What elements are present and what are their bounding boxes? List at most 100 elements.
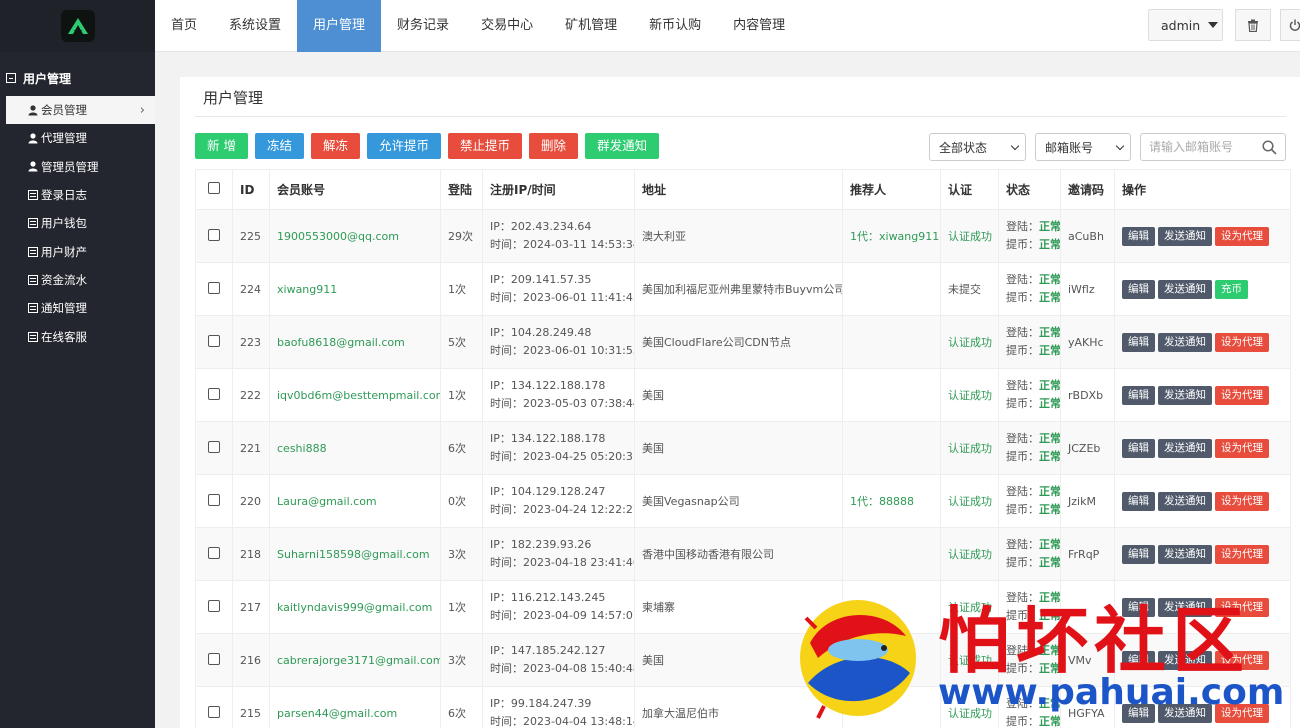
sidebar-item-0[interactable]: 会员管理 › [6,96,155,125]
edit-button[interactable]: 编辑 [1122,385,1155,405]
forbid-withdraw-button[interactable]: 禁止提币 [448,133,523,159]
row-select-cell [195,527,233,581]
mass-notify-button[interactable]: 群发通知 [585,133,660,159]
withdraw-status-value: 正常 [1039,715,1061,728]
account-type-select[interactable]: 邮箱账号 [1035,133,1131,161]
tab-5[interactable]: 矿机管理 [549,0,633,52]
title-divider [195,116,1286,117]
search-icon[interactable] [1262,140,1277,155]
sidebar-item-5[interactable]: 用户财产 [0,237,155,265]
edit-button[interactable]: 编辑 [1122,597,1155,617]
row-checkbox[interactable] [208,599,220,612]
row-checkbox[interactable] [208,652,220,665]
set-agent-button[interactable]: 设为代理 [1215,650,1269,670]
cell-invite-code-text: HGFYA [1068,706,1105,720]
send-notify-button[interactable]: 发送通知 [1158,597,1212,617]
tab-0[interactable]: 首页 [155,0,213,52]
edit-button[interactable]: 编辑 [1122,544,1155,564]
withdraw-status-value: 正常 [1039,556,1061,569]
set-agent-button[interactable]: 设为代理 [1215,597,1269,617]
cell-account: Laura@gmail.com [269,474,441,528]
recharge-button[interactable]: 充币 [1215,279,1248,299]
send-notify-button[interactable]: 发送通知 [1158,703,1212,723]
row-checkbox[interactable] [208,705,220,718]
cell-address: 美国CloudFlare公司CDN节点 [634,315,843,369]
send-notify-button[interactable]: 发送通知 [1158,544,1212,564]
cell-id: 221 [232,421,270,475]
row-checkbox[interactable] [208,493,220,506]
allow-withdraw-button[interactable]: 允许提币 [367,133,442,159]
tab-1[interactable]: 系统设置 [213,0,297,52]
login-status-value: 正常 [1039,273,1061,286]
send-notify-button[interactable]: 发送通知 [1158,650,1212,670]
unfreeze-button[interactable]: 解冻 [311,133,361,159]
delete-button[interactable]: 删除 [529,133,579,159]
sidebar-item-3[interactable]: 登录日志 [0,181,155,209]
send-notify-button[interactable]: 发送通知 [1158,491,1212,511]
sidebar-item-2[interactable]: 管理员管理 [0,153,155,181]
tab-6[interactable]: 新币认购 [633,0,717,52]
chevron-down-icon [1010,141,1020,151]
admin-dropdown[interactable]: admin [1148,9,1223,41]
set-agent-button[interactable]: 设为代理 [1215,226,1269,246]
send-notify-button[interactable]: 发送通知 [1158,226,1212,246]
sidebar-section-user-management[interactable]: 用户管理 [0,64,155,92]
sidebar-item-6[interactable]: 资金流水 [0,266,155,294]
row-checkbox[interactable] [208,546,220,559]
cell-invite-code: HGFYA [1060,686,1115,728]
cell-logins-text: 1次 [448,601,466,614]
row-checkbox[interactable] [208,281,220,294]
clear-cache-button[interactable] [1235,9,1271,41]
sidebar-item-7[interactable]: 通知管理 [0,294,155,322]
row-checkbox[interactable] [208,228,220,241]
set-agent-button[interactable]: 设为代理 [1215,438,1269,458]
status-select[interactable]: 全部状态 [929,133,1026,161]
cell-id: 225 [232,209,270,263]
row-checkbox[interactable] [208,387,220,400]
sidebar-item-8[interactable]: 在线客服 [0,322,155,350]
row-checkbox[interactable] [208,334,220,347]
edit-button[interactable]: 编辑 [1122,438,1155,458]
set-agent-button[interactable]: 设为代理 [1215,544,1269,564]
logo[interactable] [60,10,95,42]
tab-3[interactable]: 财务记录 [381,0,465,52]
cell-logins: 1次 [440,262,483,316]
cell-logins: 3次 [440,527,483,581]
set-agent-button[interactable]: 设为代理 [1215,332,1269,352]
row-checkbox[interactable] [208,440,220,453]
tab-4[interactable]: 交易中心 [465,0,549,52]
cell-referrer: 1代：xiwang911 [842,209,941,263]
cell-invite-code-text: VMv [1068,653,1092,667]
tab-2[interactable]: 用户管理 [297,0,382,52]
set-agent-button[interactable]: 设为代理 [1215,385,1269,405]
sidebar-item-1[interactable]: 代理管理 [0,124,155,152]
edit-button[interactable]: 编辑 [1122,491,1155,511]
send-notify-button[interactable]: 发送通知 [1158,385,1212,405]
tab-7[interactable]: 内容管理 [717,0,801,52]
set-agent-button[interactable]: 设为代理 [1215,491,1269,511]
add-button[interactable]: 新 增 [195,133,248,159]
sidebar-item-4[interactable]: 用户钱包 [0,209,155,237]
cell-invite-code-text: JCZEb [1068,441,1101,455]
reg-ip: IP：104.28.249.48 [490,326,592,339]
select-all-checkbox[interactable] [208,182,220,194]
send-notify-button[interactable]: 发送通知 [1158,438,1212,458]
search-input[interactable] [1149,140,1261,154]
set-agent-button[interactable]: 设为代理 [1215,703,1269,723]
cell-id-text: 225 [240,229,261,243]
edit-button[interactable]: 编辑 [1122,703,1155,723]
edit-button[interactable]: 编辑 [1122,279,1155,299]
cell-address-text: 美国Vegasnap公司 [642,495,740,508]
logout-button[interactable] [1280,9,1300,41]
withdraw-status-value: 正常 [1039,291,1061,304]
edit-button[interactable]: 编辑 [1122,226,1155,246]
freeze-button[interactable]: 冻结 [254,133,304,159]
cell-logins-text: 0次 [448,495,466,508]
login-status-label: 登陆： [1006,326,1039,339]
send-notify-button[interactable]: 发送通知 [1158,279,1212,299]
header-auth: 认证 [940,169,999,210]
edit-button[interactable]: 编辑 [1122,650,1155,670]
withdraw-status-label: 提币： [1006,397,1039,410]
edit-button[interactable]: 编辑 [1122,332,1155,352]
send-notify-button[interactable]: 发送通知 [1158,332,1212,352]
